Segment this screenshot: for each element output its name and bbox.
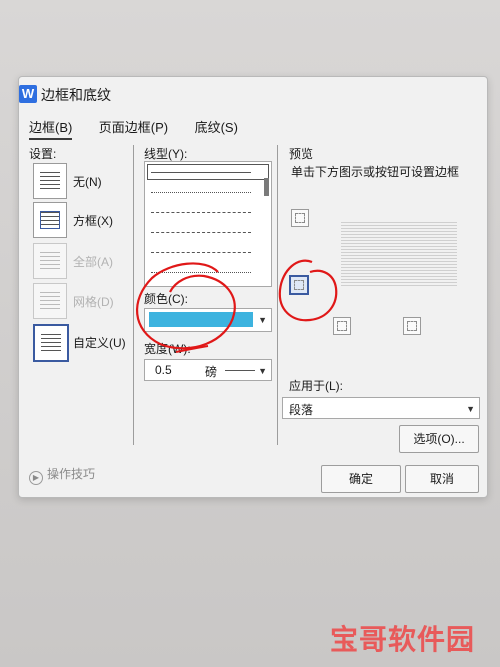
setting-custom[interactable]: 自定义(U) <box>33 324 131 362</box>
border-preview[interactable] <box>341 222 457 286</box>
preview-divider <box>277 145 278 445</box>
tab-borders[interactable]: 边框(B) <box>29 115 73 140</box>
preview-hint: 单击下方图示或按钮可设置边框 <box>291 165 460 179</box>
color-label: 颜色(C): <box>144 292 188 306</box>
preview-heading: 预览 <box>289 147 314 161</box>
color-select[interactable]: ▼ <box>144 308 272 332</box>
chevron-down-icon: ▼ <box>466 404 475 414</box>
options-button[interactable]: 选项(O)... <box>399 425 479 453</box>
line-style-option[interactable] <box>145 162 271 182</box>
setting-box[interactable]: 方框(X) <box>33 202 131 240</box>
width-select[interactable]: 0.5 磅 ▼ <box>144 359 272 381</box>
watermark-brand: 宝哥软件园 <box>330 624 476 655</box>
setting-custom-label: 自定义(U) <box>73 336 126 350</box>
setting-grid-thumb <box>33 283 67 319</box>
tab-shading[interactable]: 底纹(S) <box>195 115 238 138</box>
ok-button[interactable]: 确定 <box>321 465 401 493</box>
line-style-list[interactable] <box>144 161 272 287</box>
tips-link[interactable]: ▶ 操作技巧 <box>29 465 95 485</box>
setting-grid-label: 网格(D) <box>73 295 114 309</box>
line-style-option[interactable] <box>145 182 271 202</box>
setting-box-thumb <box>33 202 67 238</box>
chevron-down-icon: ▼ <box>258 366 267 376</box>
line-style-scrollbar[interactable] <box>264 178 269 196</box>
width-unit: 磅 <box>205 365 218 379</box>
setting-all[interactable]: 全部(A) <box>33 243 131 281</box>
borders-dialog: W 边框和底纹 边框(B) 页面边框(P) 底纹(S) 设置: 无(N) 方框(… <box>18 76 488 498</box>
line-style-option[interactable] <box>145 242 271 262</box>
chevron-down-icon: ▼ <box>258 315 267 325</box>
setting-none-label: 无(N) <box>73 175 102 189</box>
settings-divider <box>133 145 134 445</box>
bottom-border-button[interactable] <box>289 275 309 295</box>
color-swatch <box>149 312 253 327</box>
title-bar: W 边框和底纹 <box>19 77 487 111</box>
right-border-button[interactable] <box>403 317 421 335</box>
dialog-title: 边框和底纹 <box>41 87 111 103</box>
setting-all-thumb <box>33 243 67 279</box>
tips-label: 操作技巧 <box>47 467 96 481</box>
apply-to-value: 段落 <box>289 403 314 417</box>
apply-to-select[interactable]: 段落 ▼ <box>282 397 480 419</box>
line-style-heading: 线型(Y): <box>144 147 188 161</box>
wps-app-icon: W <box>19 85 37 103</box>
left-border-button[interactable] <box>333 317 351 335</box>
top-border-button[interactable] <box>291 209 309 227</box>
line-style-option[interactable] <box>145 262 271 282</box>
setting-custom-thumb <box>33 324 69 362</box>
play-circle-icon: ▶ <box>29 471 43 485</box>
width-label: 宽度(W): <box>144 342 191 356</box>
setting-grid[interactable]: 网格(D) <box>33 283 131 321</box>
tab-strip: 边框(B) 页面边框(P) 底纹(S) <box>29 115 260 140</box>
setting-none[interactable]: 无(N) <box>33 163 131 201</box>
width-value: 0.5 <box>155 363 172 377</box>
apply-to-label: 应用于(L): <box>289 379 344 393</box>
line-style-option[interactable] <box>145 202 271 222</box>
settings-heading: 设置: <box>29 147 57 161</box>
width-line-sample <box>225 370 255 371</box>
setting-none-thumb <box>33 163 67 199</box>
tab-page-border[interactable]: 页面边框(P) <box>99 115 168 138</box>
line-style-option[interactable] <box>145 222 271 242</box>
setting-all-label: 全部(A) <box>73 255 113 269</box>
cancel-button[interactable]: 取消 <box>405 465 479 493</box>
setting-box-label: 方框(X) <box>73 214 113 228</box>
